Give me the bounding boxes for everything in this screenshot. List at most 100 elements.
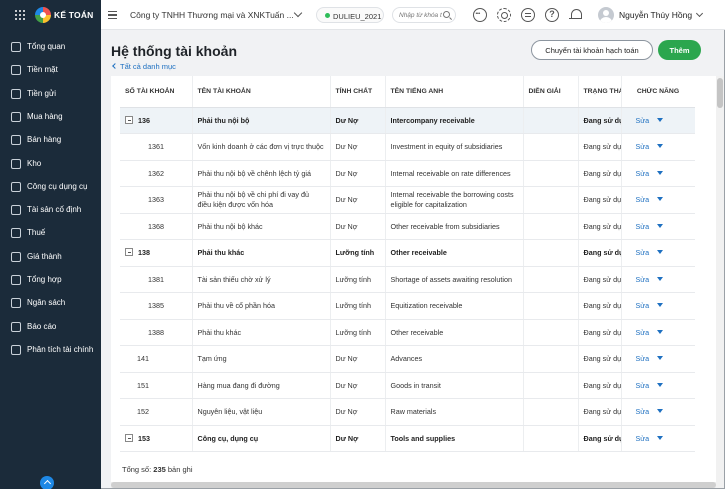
- action-dropdown-icon[interactable]: [657, 250, 664, 254]
- collapse-toggle-icon[interactable]: [125, 433, 133, 442]
- table-row[interactable]: 1368 Phải thu nội bộ khác Dư Nợ Other recei…: [120, 213, 695, 240]
- sidebar-item-8[interactable]: Thuế: [0, 223, 101, 243]
- table-row[interactable]: 136 Phải thu nội bộ Dư Nợ Intercompany rece…: [120, 107, 695, 134]
- help-icon[interactable]: ?: [545, 8, 559, 22]
- sidebar-item-0[interactable]: Tổng quan: [0, 37, 101, 57]
- chat-icon[interactable]: [521, 8, 535, 22]
- table-row[interactable]: 1363 Phải thu nội bộ về chi phí đi vay đủ…: [120, 186, 695, 214]
- edit-link[interactable]: Sửa: [636, 407, 650, 416]
- table-row[interactable]: 141 Tạm ứngDư NợAdvances Đang sử dụng Sửa: [120, 345, 695, 373]
- sidebar-item-10[interactable]: Tổng hợp: [0, 270, 101, 290]
- column-header[interactable]: TÍNH CHẤT: [330, 76, 386, 108]
- table-row[interactable]: 1381 Tài sản thiếu chờ xử lý Lưỡng tính Sho…: [120, 266, 695, 293]
- sidebar-item-1[interactable]: Tiền mặt: [0, 60, 101, 80]
- account-name-cell: Nguyên liệu, vật liệu: [192, 398, 331, 426]
- table-row[interactable]: 153 Công cụ, dụng cụ Dư Nợ Tools and suppli…: [120, 425, 695, 452]
- sidebar-item-2[interactable]: Tiền gửi: [0, 84, 101, 104]
- action-dropdown-icon[interactable]: [657, 382, 664, 387]
- table-row[interactable]: 1361 Vốn kinh doanh ở các đơn vị trực thu…: [120, 133, 695, 161]
- vertical-scrollbar[interactable]: [716, 76, 724, 488]
- table-row[interactable]: 1385 Phải thu về cổ phần hóa Lưỡng tính Equ…: [120, 292, 695, 320]
- back-link[interactable]: Tất cả danh mục: [112, 62, 176, 71]
- search-box[interactable]: [392, 7, 456, 23]
- more-options-icon[interactable]: [473, 8, 487, 22]
- edit-link[interactable]: Sửa: [636, 328, 650, 337]
- bell-icon[interactable]: [569, 8, 583, 22]
- edit-link[interactable]: Sửa: [636, 195, 650, 204]
- table-row[interactable]: 138 Phải thu khác Lưỡng tính Other receivab…: [120, 239, 695, 267]
- edit-link[interactable]: Sửa: [636, 116, 650, 125]
- action-dropdown-icon[interactable]: [657, 276, 664, 281]
- hamburger-menu-icon[interactable]: [108, 11, 117, 19]
- vertical-scrollbar-thumb[interactable]: [717, 78, 723, 108]
- edit-link[interactable]: Sửa: [636, 275, 650, 284]
- search-icon[interactable]: [443, 11, 450, 18]
- database-chip[interactable]: DULIEU_2021: [316, 7, 384, 23]
- table-scroll-area[interactable]: SỐ TÀI KHOẢN TÊN TÀI KHOẢN TÍNH CHẤT TÊN TI…: [120, 76, 695, 454]
- edit-link[interactable]: Sửa: [636, 354, 650, 363]
- edit-link[interactable]: Sửa: [636, 142, 650, 151]
- description-cell: [523, 292, 579, 320]
- action-dropdown-icon[interactable]: [657, 223, 664, 228]
- user-name[interactable]: Nguyễn Thúy Hồng: [619, 10, 692, 20]
- user-menu-chevron-icon[interactable]: [695, 9, 704, 18]
- action-dropdown-icon[interactable]: [657, 303, 664, 307]
- edit-link[interactable]: Sửa: [636, 169, 650, 178]
- horizontal-scrollbar-thumb[interactable]: [111, 482, 716, 488]
- table-row[interactable]: 1362 Phải thu nội bộ về chênh lệch tỷ giá…: [120, 160, 695, 187]
- collapse-toggle-icon[interactable]: [125, 248, 133, 256]
- column-header[interactable]: CHỨC NĂNG: [621, 76, 695, 108]
- action-dropdown-icon[interactable]: [657, 356, 664, 360]
- nature-cell: Dư Nợ: [330, 133, 386, 161]
- back-link-label[interactable]: Tất cả danh mục: [120, 62, 176, 71]
- edit-link[interactable]: Sửa: [636, 381, 650, 390]
- action-dropdown-icon[interactable]: [657, 329, 664, 334]
- sidebar-item-3[interactable]: Mua hàng: [0, 107, 101, 127]
- app-grid-icon[interactable]: [15, 10, 25, 20]
- sidebar-item-6[interactable]: Công cụ dụng cụ: [0, 177, 101, 197]
- nature-cell: Dư Nợ: [330, 160, 386, 187]
- edit-link[interactable]: Sửa: [636, 222, 650, 231]
- column-header[interactable]: TÊN TIẾNG ANH: [385, 76, 524, 108]
- action-cell: Sửa: [621, 107, 695, 134]
- sidebar-item-5[interactable]: Kho: [0, 154, 101, 174]
- action-cell: Sửa: [621, 266, 695, 293]
- action-dropdown-icon[interactable]: [657, 170, 664, 175]
- column-header[interactable]: DIỄN GIẢI: [523, 76, 579, 108]
- sidebar-item-label: Tài sản cố định: [27, 205, 82, 215]
- edit-link[interactable]: Sửa: [636, 434, 650, 443]
- action-dropdown-icon[interactable]: [657, 409, 664, 413]
- sidebar-item-4[interactable]: Bán hàng: [0, 130, 101, 150]
- action-dropdown-icon[interactable]: [657, 117, 664, 122]
- gear-icon[interactable]: [497, 8, 511, 22]
- account-code: 1362: [148, 168, 164, 178]
- edit-link[interactable]: Sửa: [636, 248, 650, 257]
- chevron-down-icon[interactable]: [293, 8, 303, 18]
- table-row[interactable]: 151 Hàng mua đang đi đường Dư Nợ Goods in t…: [120, 372, 695, 399]
- search-input[interactable]: [399, 10, 443, 21]
- account-name-cell: Phải thu khác: [192, 319, 331, 346]
- table-row[interactable]: 1388 Phải thu khác Lưỡng tính Other receiva…: [120, 319, 695, 346]
- sidebar-item-7[interactable]: Tài sản cố định: [0, 200, 101, 220]
- sidebar-item-11[interactable]: Ngân sách: [0, 293, 101, 313]
- column-header[interactable]: SỐ TÀI KHOẢN: [120, 76, 193, 108]
- collapse-toggle-icon[interactable]: [125, 115, 133, 124]
- action-dropdown-icon[interactable]: [657, 144, 664, 148]
- table-row[interactable]: 152 Nguyên liệu, vật liệu Dư Nợ Raw materia…: [120, 398, 695, 426]
- action-dropdown-icon[interactable]: [657, 435, 664, 440]
- company-selector[interactable]: Công ty TNHH Thương mại và XNKTuấn ...: [130, 10, 294, 20]
- edit-link[interactable]: Sửa: [636, 301, 650, 310]
- sidebar-item-13[interactable]: Phân tích tài chính: [0, 340, 101, 360]
- column-header[interactable]: TÊN TÀI KHOẢN: [192, 76, 331, 108]
- sidebar-item-9[interactable]: Giá thành: [0, 247, 101, 267]
- column-header[interactable]: TRẠNG THÁI: [578, 76, 622, 108]
- horizontal-scrollbar[interactable]: [111, 482, 716, 488]
- add-button[interactable]: Thêm: [658, 40, 701, 60]
- action-cell: Sửa: [621, 213, 695, 240]
- action-dropdown-icon[interactable]: [657, 197, 664, 201]
- sidebar-item-12[interactable]: Báo cáo: [0, 317, 101, 337]
- sidebar-item-label: Tiền gửi: [27, 88, 57, 98]
- sidebar-collapse-icon[interactable]: [40, 476, 54, 489]
- transfer-account-button[interactable]: Chuyển tài khoản hạch toán: [531, 40, 653, 60]
- avatar[interactable]: [598, 7, 614, 23]
